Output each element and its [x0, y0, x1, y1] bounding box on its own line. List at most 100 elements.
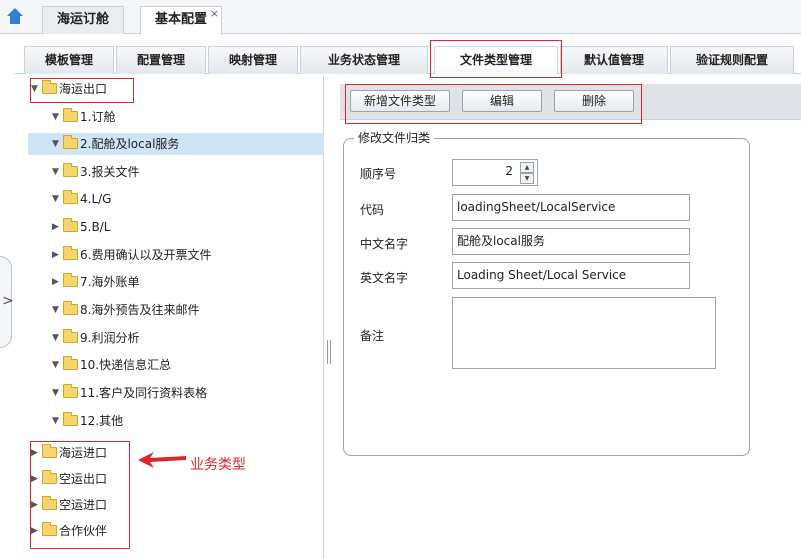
- english-name-field[interactable]: Loading Sheet/Local Service: [452, 262, 690, 289]
- tab-sea-booking[interactable]: 海运订舱: [42, 6, 125, 34]
- top-tab-bar: 海运订舱 基本配置 ×: [0, 0, 801, 35]
- folder-icon: [63, 384, 78, 398]
- folder-icon: [63, 163, 78, 177]
- spinner-down-icon[interactable]: ▼: [520, 173, 534, 184]
- collapse-arrow-icon[interactable]: ▶: [31, 442, 41, 464]
- tree-node-business-type[interactable]: ▶ 海运进口: [31, 442, 107, 464]
- collapse-arrow-icon[interactable]: ▶: [52, 271, 62, 293]
- folder-icon: [42, 470, 57, 484]
- folder-icon: [42, 444, 57, 458]
- tree-node-business-type[interactable]: ▶ 合作伙伴: [31, 520, 107, 542]
- tree-node-label: 空运进口: [59, 498, 108, 512]
- tree-node-label: 7.海外账单: [80, 275, 140, 289]
- spinner-up-icon[interactable]: ▲: [520, 162, 534, 173]
- tree-node[interactable]: ▶ 6.费用确认以及开票文件: [52, 244, 211, 266]
- tree-node-label: 10.快递信息汇总: [80, 358, 172, 372]
- tab-file-type-management[interactable]: 文件类型管理: [434, 46, 558, 74]
- tree-node-label: 4.L/G: [80, 192, 112, 206]
- annotation-text: 业务类型: [190, 457, 246, 473]
- expand-arrow-icon[interactable]: ▼: [52, 106, 62, 128]
- tree-node-label: 11.客户及同行资料表格: [80, 386, 208, 400]
- tree-node-label: 海运进口: [59, 446, 108, 460]
- expand-arrow-icon[interactable]: ▼: [52, 410, 62, 432]
- folder-icon: [63, 412, 78, 426]
- chinese-name-field[interactable]: 配舱及local服务: [452, 228, 690, 255]
- tree-node[interactable]: ▼ 3.报关文件: [52, 161, 139, 183]
- tree-node-business-type[interactable]: ▶ 空运出口: [31, 468, 107, 490]
- folder-icon: [63, 329, 78, 343]
- tab-config-management[interactable]: 配置管理: [116, 46, 206, 74]
- folder-icon: [63, 246, 78, 260]
- chevron-right-icon: >: [2, 293, 14, 309]
- right-toolbar: 新增文件类型 编辑 删除: [340, 84, 801, 120]
- fieldset-legend: 修改文件归类: [354, 129, 435, 146]
- folder-open-icon: [63, 135, 78, 149]
- chinese-name-label: 中文名字: [360, 237, 409, 251]
- tab-validation-rule-config[interactable]: 验证规则配置: [670, 46, 794, 74]
- sub-tab-bar: 模板管理 配置管理 映射管理 业务状态管理 文件类型管理 默认值管理 验证规则配…: [14, 38, 801, 74]
- collapse-arrow-icon[interactable]: ▶: [31, 494, 41, 516]
- annotation-arrow-icon: [138, 452, 186, 468]
- order-label: 顺序号: [360, 167, 397, 181]
- tree-node-root[interactable]: ▼ 海运出口: [31, 78, 107, 100]
- expand-arrow-icon[interactable]: ▼: [52, 327, 62, 349]
- code-field[interactable]: loadingSheet/LocalService: [452, 194, 690, 221]
- tree-node[interactable]: ▼ 10.快递信息汇总: [52, 354, 171, 376]
- tab-template-management[interactable]: 模板管理: [24, 46, 114, 74]
- tree-node-label: 8.海外预告及往来邮件: [80, 303, 200, 317]
- tree-node[interactable]: ▼ 8.海外预告及往来邮件: [52, 299, 199, 321]
- tree-node-label: 3.报关文件: [80, 165, 140, 179]
- tree-node-label: 9.利润分析: [80, 331, 140, 345]
- tree-node-label: 6.费用确认以及开票文件: [80, 248, 212, 262]
- tree-node[interactable]: ▶ 7.海外账单: [52, 271, 139, 293]
- collapse-arrow-icon[interactable]: ▶: [52, 244, 62, 266]
- folder-icon: [63, 218, 78, 232]
- tree-node[interactable]: ▶ 5.B/L: [52, 216, 110, 238]
- tree-node-label: 2.配舱及local服务: [80, 137, 180, 151]
- expand-arrow-icon[interactable]: ▼: [52, 382, 62, 404]
- tab-mapping-management[interactable]: 映射管理: [208, 46, 298, 74]
- collapse-arrow-icon[interactable]: ▶: [31, 520, 41, 542]
- tab-label: 基本配置: [155, 12, 208, 27]
- folder-icon: [63, 301, 78, 315]
- expand-arrow-icon[interactable]: ▼: [52, 299, 62, 321]
- expand-arrow-icon[interactable]: ▼: [52, 133, 62, 155]
- folder-icon: [42, 522, 57, 536]
- folder-icon: [63, 273, 78, 287]
- tree-node-label: 5.B/L: [80, 220, 111, 234]
- expand-arrow-icon[interactable]: ▼: [52, 161, 62, 183]
- splitter-grip[interactable]: [327, 340, 333, 364]
- edit-button[interactable]: 编辑: [462, 90, 542, 112]
- folder-icon: [63, 356, 78, 370]
- close-icon[interactable]: ×: [210, 1, 219, 27]
- expand-arrow-icon[interactable]: ▼: [52, 354, 62, 376]
- sidebar-collapse-handle[interactable]: >: [0, 256, 14, 348]
- delete-button[interactable]: 删除: [554, 90, 634, 112]
- collapse-arrow-icon[interactable]: ▶: [52, 216, 62, 238]
- tab-label: 海运订舱: [57, 12, 110, 27]
- expand-arrow-icon[interactable]: ▼: [52, 188, 62, 210]
- collapse-arrow-icon[interactable]: ▶: [31, 468, 41, 490]
- expand-arrow-icon[interactable]: ▼: [31, 78, 41, 100]
- add-file-type-button[interactable]: 新增文件类型: [350, 90, 450, 112]
- folder-icon: [63, 190, 78, 204]
- tab-default-value-management[interactable]: 默认值管理: [560, 46, 668, 74]
- tree-node-selected[interactable]: ▼ 2.配舱及local服务: [28, 133, 324, 155]
- tree-node[interactable]: ▼ 11.客户及同行资料表格: [52, 382, 207, 404]
- order-stepper[interactable]: 2 ▲ ▼: [452, 159, 538, 186]
- tree-node[interactable]: ▼ 9.利润分析: [52, 327, 139, 349]
- tree-node[interactable]: ▼ 4.L/G: [52, 188, 111, 210]
- tree-node-label: 1.订舱: [80, 110, 116, 124]
- order-value: 2: [505, 164, 513, 178]
- home-icon[interactable]: [6, 8, 24, 26]
- folder-open-icon: [42, 80, 57, 94]
- tree-node-business-type[interactable]: ▶ 空运进口: [31, 494, 107, 516]
- english-name-label: 英文名字: [360, 271, 409, 285]
- remark-field[interactable]: [452, 297, 716, 369]
- tree-node-label: 空运出口: [59, 472, 108, 486]
- remark-label: 备注: [360, 329, 385, 343]
- tree-node[interactable]: ▼ 1.订舱: [52, 106, 115, 128]
- tree-node[interactable]: ▼ 12.其他: [52, 410, 123, 432]
- tab-business-status-management[interactable]: 业务状态管理: [300, 46, 428, 74]
- tab-basic-config[interactable]: 基本配置 ×: [140, 6, 223, 35]
